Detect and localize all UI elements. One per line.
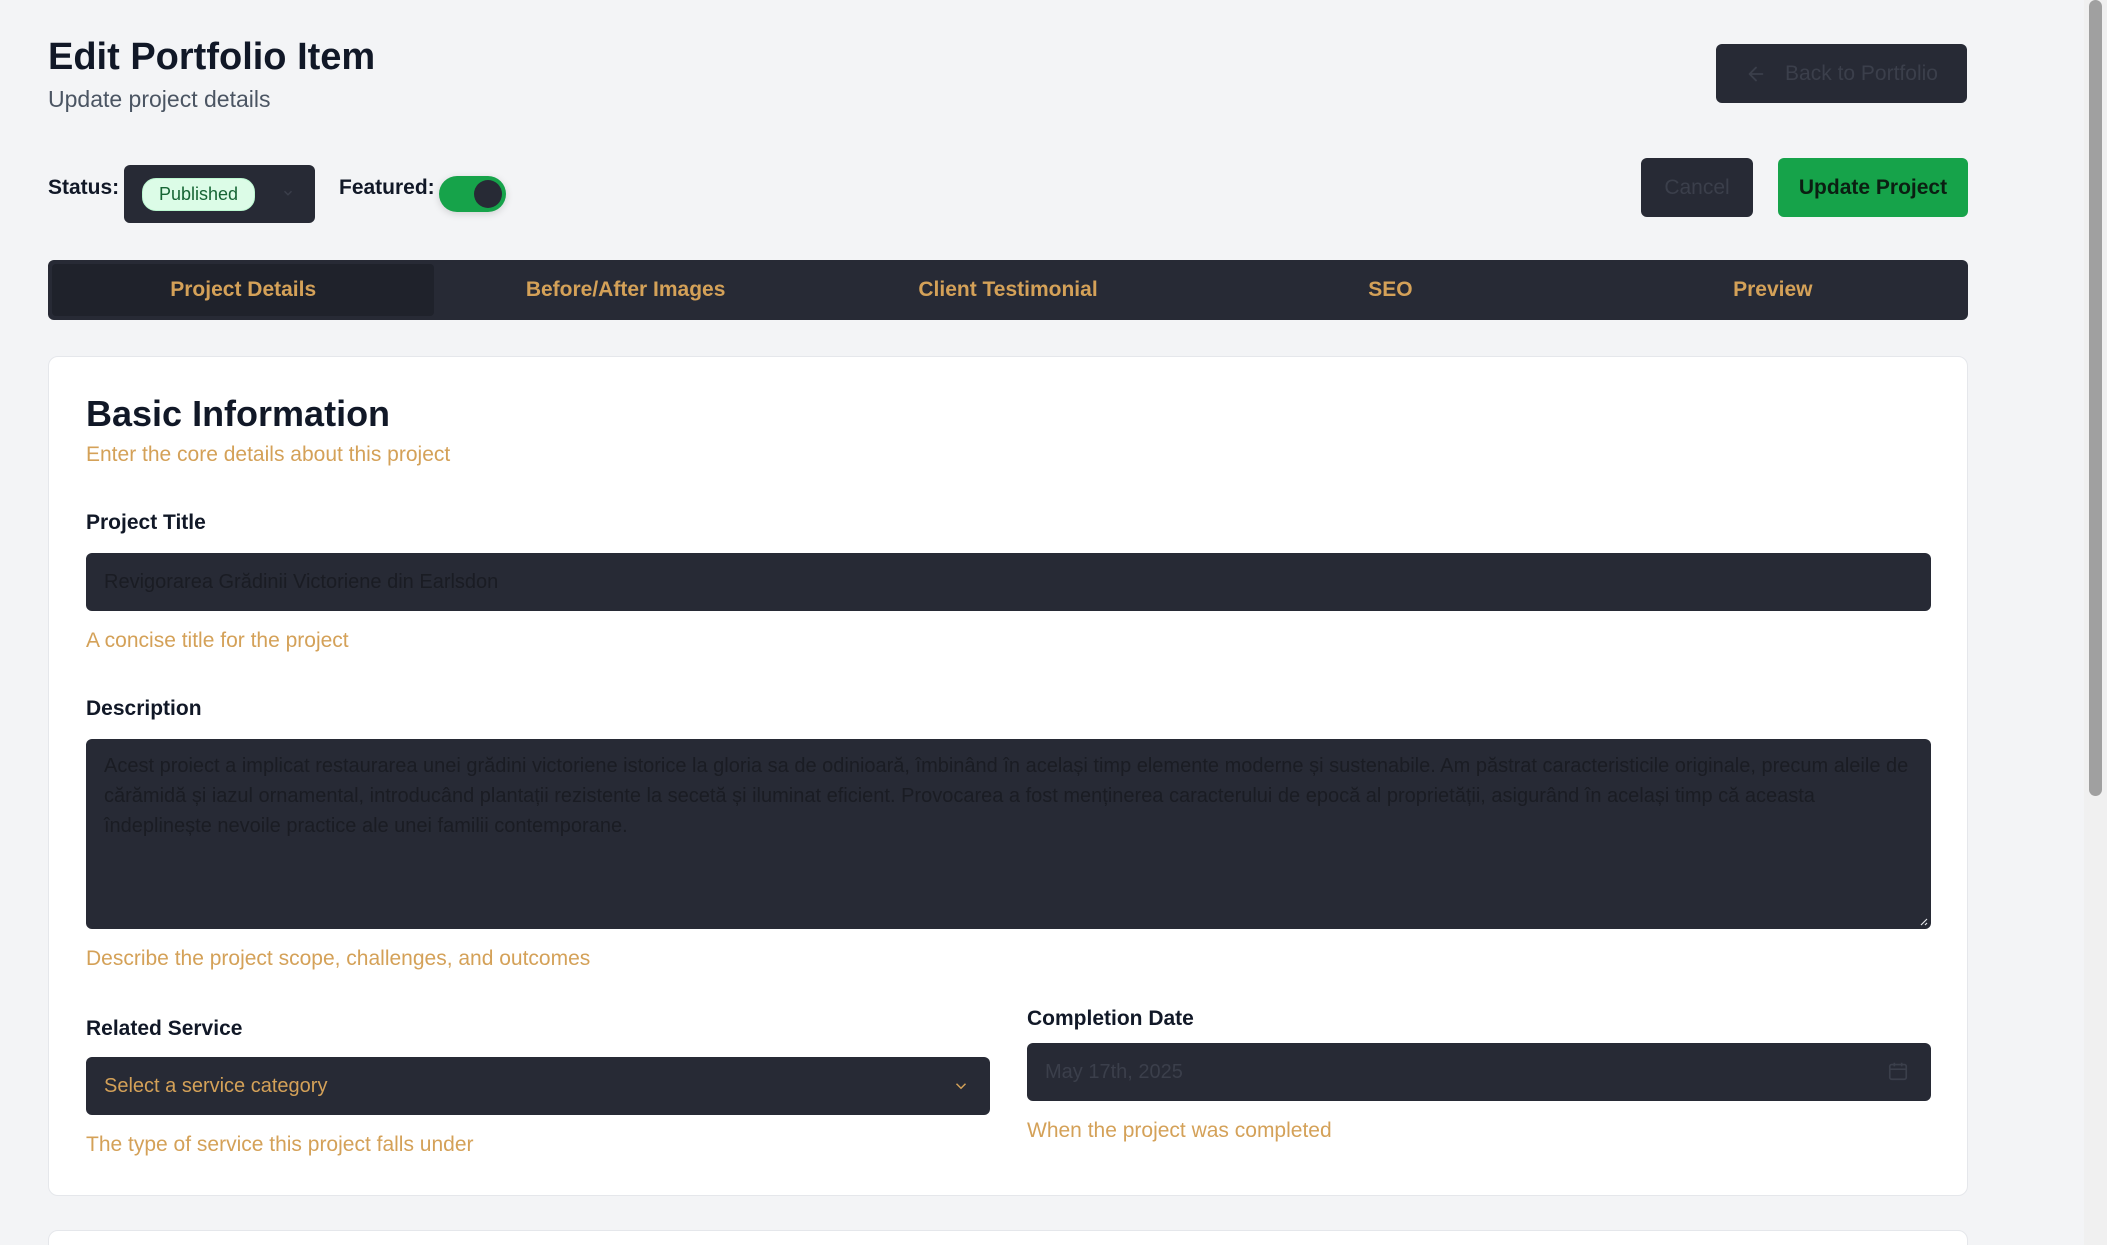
chevron-down-icon (283, 190, 293, 196)
tab-seo[interactable]: SEO (1199, 264, 1581, 316)
completion-date-input[interactable]: May 17th, 2025 (1027, 1043, 1931, 1101)
toggle-knob (474, 180, 502, 208)
description-textarea[interactable]: Acest proiect a implicat restaurarea une… (86, 739, 1931, 929)
project-title-help: A concise title for the project (86, 629, 349, 652)
featured-toggle[interactable] (439, 176, 506, 212)
card-description: Enter the core details about this projec… (86, 443, 451, 466)
tab-project-details[interactable]: Project Details (52, 264, 435, 316)
related-service-placeholder: Select a service category (104, 1074, 328, 1097)
tab-preview[interactable]: Preview (1582, 264, 1964, 316)
update-project-button[interactable]: Update Project (1778, 158, 1968, 217)
basic-information-card: Basic Information Enter the core details… (48, 356, 1968, 1196)
related-service-select[interactable]: Select a service category (86, 1057, 990, 1115)
resize-handle-icon[interactable] (1918, 916, 1928, 926)
status-badge: Published (142, 177, 256, 211)
page-subtitle: Update project details (48, 86, 271, 112)
back-to-portfolio-button[interactable]: Back to Portfolio (1716, 44, 1967, 103)
featured-label: Featured: (339, 176, 435, 199)
completion-date-help: When the project was completed (1027, 1119, 1332, 1142)
tab-client-testimonial[interactable]: Client Testimonial (817, 264, 1199, 316)
related-service-help: The type of service this project falls u… (86, 1133, 474, 1156)
completion-date-value: May 17th, 2025 (1045, 1060, 1183, 1083)
cancel-button[interactable]: Cancel (1641, 158, 1753, 217)
status-select[interactable]: Published (124, 165, 315, 223)
arrow-left-icon (1748, 66, 1764, 81)
next-card (48, 1230, 1968, 1245)
completion-date-label: Completion Date (1027, 1007, 1194, 1030)
page-scrollbar[interactable] (2084, 0, 2107, 1245)
related-service-label: Related Service (86, 1017, 243, 1040)
description-label: Description (86, 697, 202, 720)
scrollbar-thumb[interactable] (2089, 0, 2102, 796)
chevron-down-icon (955, 1083, 967, 1090)
back-button-label: Back to Portfolio (1785, 61, 1938, 85)
description-text: Acest proiect a implicat restaurarea une… (104, 755, 1909, 837)
tab-bar: Project Details Before/After Images Clie… (48, 260, 1968, 320)
page-title: Edit Portfolio Item (48, 36, 376, 78)
project-title-label: Project Title (86, 511, 206, 534)
status-label: Status: (48, 176, 120, 199)
calendar-icon (1888, 1062, 1908, 1081)
tab-before-after-images[interactable]: Before/After Images (434, 264, 816, 316)
description-help: Describe the project scope, challenges, … (86, 947, 591, 970)
card-title: Basic Information (86, 393, 391, 434)
project-title-input[interactable]: Revigorarea Grădinii Victoriene din Earl… (86, 553, 1931, 611)
